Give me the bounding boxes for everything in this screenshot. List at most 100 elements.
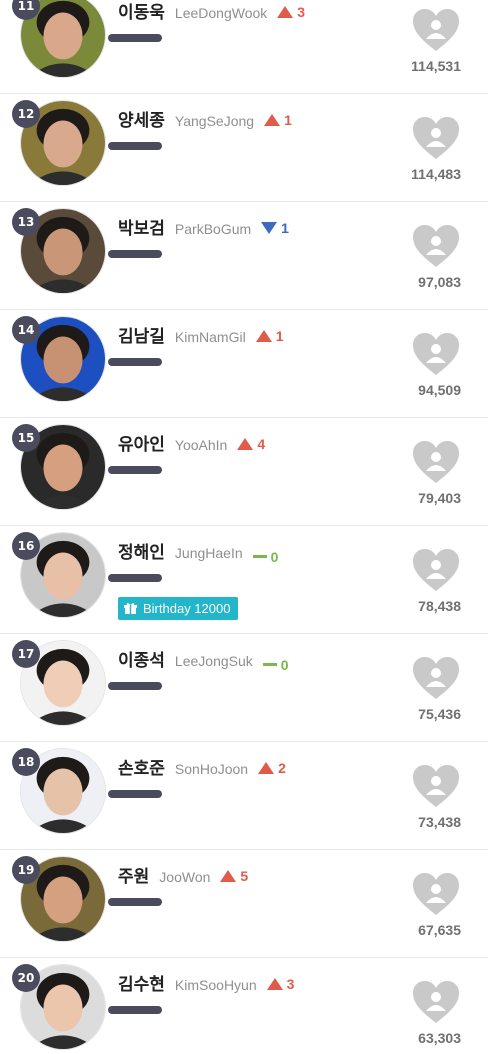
ranking-list: 11 이동욱 LeeDongWook 3 114,531 12 양세종 Yang… [0, 0, 488, 1054]
progress-bar [108, 250, 162, 258]
rank-change-arrow-icon [261, 222, 278, 234]
heart-user-icon[interactable] [412, 116, 460, 160]
heart-user-icon[interactable] [412, 440, 460, 484]
vote-count: 114,483 [411, 166, 461, 182]
rank-change: 0 [252, 548, 279, 565]
rank-change-value: 2 [278, 760, 286, 776]
english-name: JungHaeIn [174, 545, 243, 561]
rank-change: 1 [255, 328, 284, 344]
korean-name: 손호준 [118, 759, 165, 779]
vote-count: 97,083 [418, 274, 461, 290]
ranking-row[interactable]: 12 양세종 YangSeJong 1 114,483 [0, 94, 488, 202]
rank-change-value: 3 [297, 4, 306, 20]
rank-number: 17 [12, 640, 40, 668]
english-name: JooWon [159, 869, 211, 885]
rank-change-arrow-icon [252, 555, 267, 558]
ranking-row[interactable]: 19 주원 JooWon 5 67,635 [0, 850, 488, 958]
korean-name: 박보검 [118, 219, 165, 239]
ranking-row[interactable]: 18 손호준 SonHoJoon 2 73,438 [0, 742, 488, 850]
rank-change: 1 [264, 112, 292, 128]
rank-number: 13 [12, 208, 40, 236]
korean-name: 김수현 [118, 975, 165, 995]
progress-bar [108, 358, 162, 366]
rank-number: 20 [12, 964, 40, 992]
english-name: ParkBoGum [174, 221, 252, 237]
vote-count: 114,531 [411, 58, 461, 74]
heart-user-icon[interactable] [412, 764, 460, 808]
english-name: LeeDongWook [174, 5, 268, 21]
rank-change: 4 [237, 436, 265, 452]
progress-bar [108, 466, 162, 474]
rank-change-arrow-icon [237, 438, 254, 450]
vote-count: 94,509 [418, 382, 461, 398]
name-line: 정해인 JungHaeIn 0 [118, 538, 278, 565]
korean-name: 정해인 [118, 543, 165, 563]
heart-user-icon[interactable] [412, 980, 460, 1024]
ranking-row[interactable]: 13 박보검 ParkBoGum 1 97,083 [0, 202, 488, 310]
rank-change-value: 0 [270, 548, 279, 565]
vote-count: 67,635 [418, 922, 461, 938]
english-name: YangSeJong [174, 113, 255, 129]
english-name: KimSooHyun [174, 977, 257, 993]
rank-change-arrow-icon [255, 330, 272, 342]
name-line: 주원 JooWon 5 [118, 862, 248, 887]
rank-number: 12 [12, 100, 40, 128]
ranking-row[interactable]: 17 이종석 LeeJongSuk 0 75,436 [0, 634, 488, 742]
rank-change-value: 1 [284, 112, 292, 128]
rank-change-arrow-icon [266, 978, 283, 990]
rank-change: 3 [277, 4, 305, 20]
rank-number: 14 [12, 316, 40, 344]
gift-icon [124, 603, 137, 614]
name-line: 양세종 YangSeJong 1 [118, 106, 292, 131]
heart-user-icon[interactable] [412, 872, 460, 916]
progress-bar [108, 34, 162, 42]
rank-change-value: 1 [275, 328, 284, 344]
heart-user-icon[interactable] [412, 656, 460, 700]
heart-user-icon[interactable] [412, 548, 460, 592]
heart-user-icon[interactable] [412, 332, 460, 376]
rank-number: 15 [12, 424, 40, 452]
ranking-row[interactable]: 11 이동욱 LeeDongWook 3 114,531 [0, 0, 488, 94]
vote-count: 78,438 [418, 598, 461, 614]
vote-count: 73,438 [418, 814, 461, 830]
birthday-badge[interactable]: Birthday 12000 [118, 597, 239, 620]
vote-count: 79,403 [418, 490, 461, 506]
ranking-row[interactable]: 20 김수현 KimSooHyun 3 63,303 [0, 958, 488, 1054]
rank-number: 18 [12, 748, 40, 776]
ranking-row[interactable]: 16 정해인 JungHaeIn 0 78,438 Birthday 12000 [0, 526, 488, 634]
ranking-row[interactable]: 14 김남길 KimNamGil 1 94,509 [0, 310, 488, 418]
heart-user-icon[interactable] [412, 224, 460, 268]
rank-change: 3 [266, 976, 295, 992]
korean-name: 이종석 [118, 651, 165, 671]
rank-change-arrow-icon [277, 6, 294, 18]
progress-bar [108, 142, 162, 150]
name-line: 이동욱 LeeDongWook 3 [118, 0, 305, 23]
progress-bar [108, 1006, 162, 1014]
korean-name: 주원 [118, 867, 150, 887]
ranking-row[interactable]: 15 유아인 YooAhIn 4 79,403 [0, 418, 488, 526]
rank-change-value: 3 [286, 976, 295, 992]
rank-change-arrow-icon [262, 663, 277, 666]
progress-bar [108, 898, 162, 906]
english-name: KimNamGil [174, 329, 246, 345]
rank-change-value: 4 [257, 436, 266, 452]
name-line: 이종석 LeeJongSuk 0 [118, 646, 289, 673]
rank-change-arrow-icon [264, 114, 281, 126]
english-name: LeeJongSuk [174, 653, 253, 669]
progress-bar [108, 682, 162, 690]
english-name: YooAhIn [174, 437, 228, 453]
name-line: 유아인 YooAhIn 4 [118, 430, 265, 455]
korean-name: 이동욱 [118, 3, 165, 23]
rank-change: 5 [220, 868, 248, 884]
rank-number: 19 [12, 856, 40, 884]
vote-count: 63,303 [418, 1030, 461, 1046]
progress-bar [108, 574, 162, 582]
name-line: 김수현 KimSooHyun 3 [118, 970, 294, 995]
name-line: 김남길 KimNamGil 1 [118, 322, 284, 347]
vote-count: 75,436 [418, 706, 461, 722]
rank-change-value: 5 [240, 868, 249, 884]
rank-change-arrow-icon [220, 870, 237, 882]
heart-user-icon[interactable] [412, 8, 460, 52]
progress-bar [108, 790, 162, 798]
name-line: 박보검 ParkBoGum 1 [118, 214, 289, 239]
